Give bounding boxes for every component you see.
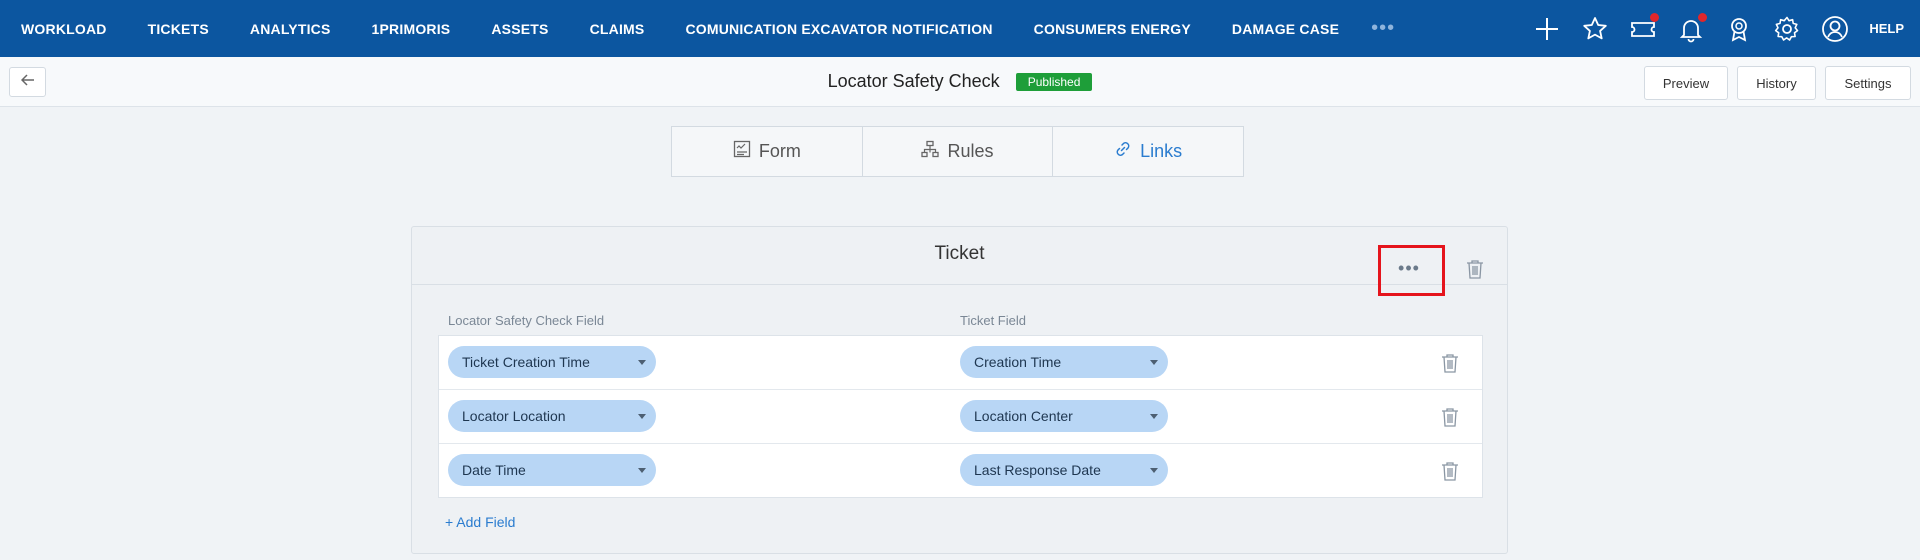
tab-rules[interactable]: Rules xyxy=(863,127,1054,176)
panel-header: Ticket ••• xyxy=(412,227,1507,285)
ticket-field-select[interactable]: Location Center xyxy=(960,400,1168,432)
award-icon[interactable] xyxy=(1725,15,1753,43)
select-value: Location Center xyxy=(974,408,1073,424)
nav-item-consumers-energy[interactable]: CONSUMERS ENERGY xyxy=(1034,21,1191,37)
table-row: Ticket Creation Time Creation Time xyxy=(439,336,1482,390)
bell-notification-dot xyxy=(1698,12,1708,22)
caret-down-icon xyxy=(1150,468,1158,473)
ticket-field-select[interactable]: Creation Time xyxy=(960,346,1168,378)
ellipsis-icon[interactable]: ••• xyxy=(1391,253,1427,283)
add-field-link[interactable]: + Add Field xyxy=(445,514,515,530)
link-icon xyxy=(1114,140,1132,163)
field-mapping-list: Ticket Creation Time Creation Time Locat… xyxy=(438,335,1483,498)
tab-form[interactable]: Form xyxy=(672,127,863,176)
trash-icon[interactable] xyxy=(1439,460,1461,482)
nav-item-assets[interactable]: ASSETS xyxy=(491,21,548,37)
form-icon xyxy=(733,140,751,163)
select-value: Date Time xyxy=(462,462,526,478)
nav-item-claims[interactable]: CLAIMS xyxy=(590,21,645,37)
locator-field-select[interactable]: Locator Location xyxy=(448,400,656,432)
tab-rules-label: Rules xyxy=(947,141,994,161)
user-icon[interactable] xyxy=(1821,15,1849,43)
nav-more-icon[interactable]: ••• xyxy=(1371,17,1395,40)
bell-icon[interactable] xyxy=(1677,12,1708,43)
ticket-notification-dot xyxy=(1650,12,1660,22)
editor-tabs: Form Rules Links xyxy=(671,126,1244,177)
locator-field-select[interactable]: Date Time xyxy=(448,454,656,486)
ticket-link-panel: Ticket ••• Locator Safety Check Field Ti… xyxy=(411,226,1508,554)
table-row: Date Time Last Response Date xyxy=(439,444,1482,497)
trash-icon[interactable] xyxy=(1463,257,1487,281)
preview-button[interactable]: Preview xyxy=(1644,66,1728,100)
rules-icon xyxy=(921,140,940,163)
nav-right-icons: HELP xyxy=(1533,0,1920,57)
caret-down-icon xyxy=(638,414,646,419)
nav-item-damage-case[interactable]: DAMAGE CASE xyxy=(1232,21,1339,37)
caret-down-icon xyxy=(1150,360,1158,365)
select-value: Creation Time xyxy=(974,354,1062,370)
select-value: Ticket Creation Time xyxy=(462,354,590,370)
trash-icon[interactable] xyxy=(1439,352,1461,374)
plus-icon[interactable] xyxy=(1533,15,1561,43)
table-row: Locator Location Location Center xyxy=(439,390,1482,444)
trash-icon[interactable] xyxy=(1439,406,1461,428)
caret-down-icon xyxy=(638,360,646,365)
tab-form-label: Form xyxy=(758,141,801,161)
page-header: Locator Safety Check Published Preview H… xyxy=(0,57,1920,107)
help-link[interactable]: HELP xyxy=(1869,21,1904,36)
panel-title: Ticket xyxy=(934,243,985,264)
star-icon[interactable] xyxy=(1581,15,1609,43)
gear-icon[interactable] xyxy=(1773,15,1801,43)
top-nav-bar: WORKLOAD TICKETS ANALYTICS 1PRIMORIS ASS… xyxy=(0,0,1920,57)
caret-down-icon xyxy=(638,468,646,473)
nav-item-comunication-excavator-notification[interactable]: COMUNICATION EXCAVATOR NOTIFICATION xyxy=(685,21,992,37)
col-label-ticket-field: Ticket Field xyxy=(960,313,1026,328)
settings-button[interactable]: Settings xyxy=(1825,66,1911,100)
locator-field-select[interactable]: Ticket Creation Time xyxy=(448,346,656,378)
title-wrap: Locator Safety Check Published xyxy=(0,71,1920,92)
nav-item-analytics[interactable]: ANALYTICS xyxy=(250,21,331,37)
tab-links-label: Links xyxy=(1140,141,1183,161)
select-value: Locator Location xyxy=(462,408,566,424)
caret-down-icon xyxy=(1150,414,1158,419)
ticket-icon[interactable] xyxy=(1629,12,1660,43)
status-badge: Published xyxy=(1015,72,1093,91)
col-label-locator-field: Locator Safety Check Field xyxy=(448,313,605,328)
ticket-field-select[interactable]: Last Response Date xyxy=(960,454,1168,486)
nav-item-workload[interactable]: WORKLOAD xyxy=(21,21,107,37)
nav-item-1primoris[interactable]: 1PRIMORIS xyxy=(372,21,451,37)
select-value: Last Response Date xyxy=(974,462,1101,478)
nav-item-tickets[interactable]: TICKETS xyxy=(148,21,209,37)
page-title: Locator Safety Check xyxy=(827,71,1000,91)
tab-links[interactable]: Links xyxy=(1053,127,1243,176)
history-button[interactable]: History xyxy=(1737,66,1816,100)
